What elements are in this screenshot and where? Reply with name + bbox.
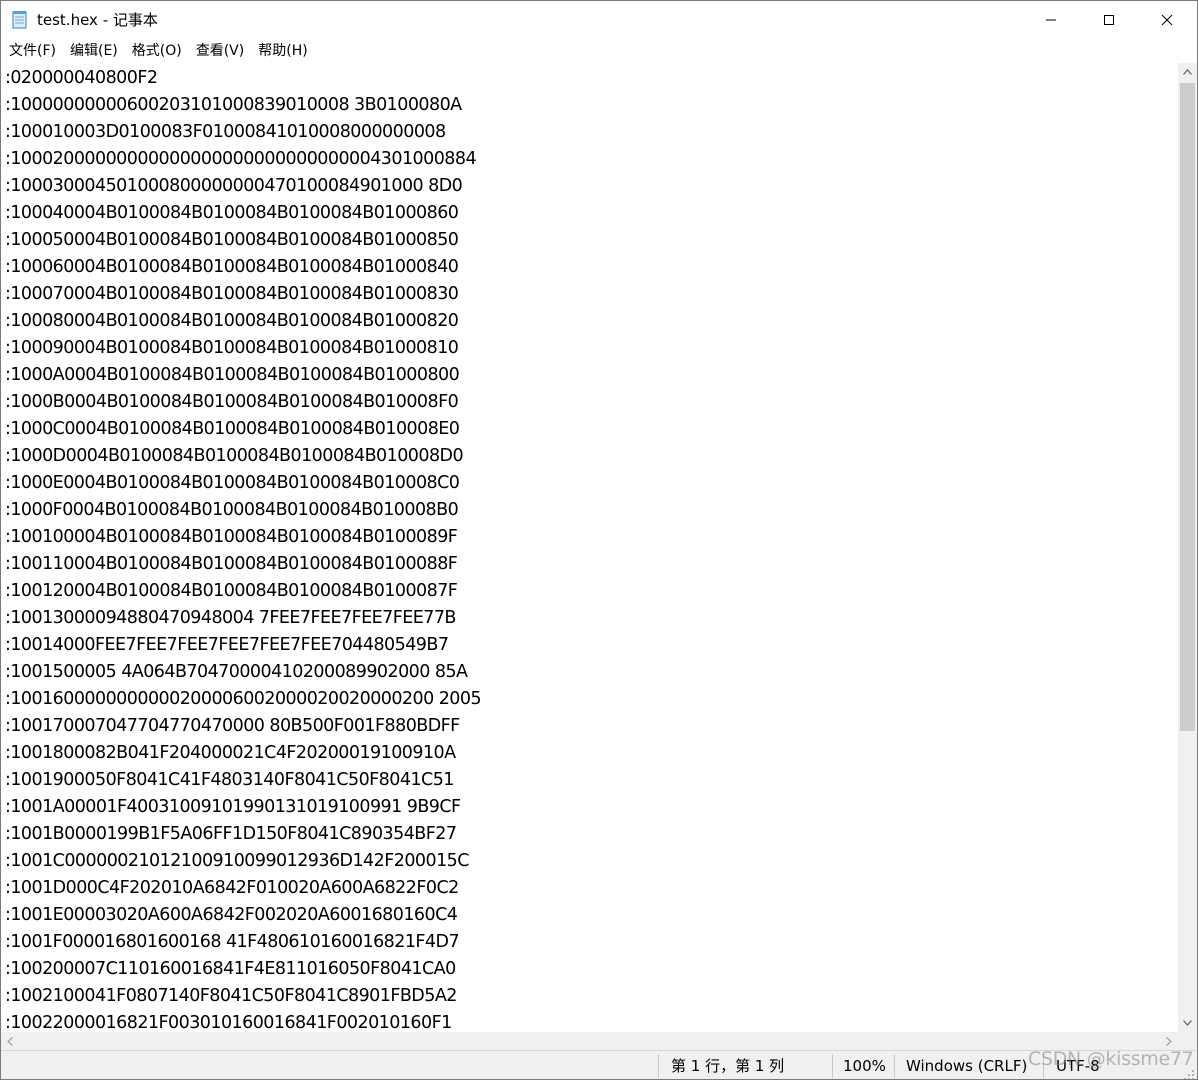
text-line: :1000C0004B0100084B0100084B0100084B01000… — [5, 419, 460, 439]
text-line: :1001500005 4A064B7047000041020008990200… — [5, 662, 468, 682]
text-line: :100020000000000000000000000000000043010… — [5, 149, 477, 169]
text-line: :100070004B0100084B0100084B0100084B01000… — [5, 284, 459, 304]
watermark: CSDN @kissme77 — [1028, 1048, 1194, 1070]
notepad-app-icon — [12, 10, 28, 29]
title-bar[interactable]: test.hex - 记事本 — [1, 1, 1197, 39]
text-line: :1000F0004B0100084B0100084B0100084B01000… — [5, 500, 459, 520]
text-editor[interactable]: :020000040800F2 :100000000006002031010008… — [1, 63, 1178, 1032]
vertical-scroll-thumb[interactable] — [1180, 83, 1195, 731]
text-line: :100100004B0100084B0100084B0100084B01000… — [5, 527, 458, 547]
text-line: :10013000094880470948004 7FEE7FEE7FEE7FE… — [5, 608, 456, 628]
text-line: :100040004B0100084B0100084B0100084B01000… — [5, 203, 459, 223]
chevron-up-icon — [1183, 69, 1192, 75]
menu-file[interactable]: 文件(F) — [1, 39, 63, 63]
maximize-button[interactable] — [1080, 1, 1138, 39]
text-line: :1001F000016801600168 41F480610160016821… — [5, 932, 460, 952]
text-line: :100060004B0100084B0100084B0100084B01000… — [5, 257, 459, 277]
text-line: :10014000FEE7FEE7FEE7FEE7FEE7FEE70448054… — [5, 635, 449, 655]
text-line: :1000A0004B0100084B0100084B0100084B01000… — [5, 365, 460, 385]
close-icon — [1161, 14, 1173, 26]
chevron-left-icon — [7, 1036, 13, 1046]
minimize-icon — [1046, 19, 1056, 21]
scroll-down-button[interactable] — [1178, 1014, 1197, 1032]
horizontal-scrollbar[interactable] — [1, 1032, 1178, 1050]
minimize-button[interactable] — [1022, 1, 1080, 39]
cursor-position: 第 1 行，第 1 列 — [671, 1057, 785, 1075]
status-separator — [832, 1054, 833, 1078]
text-line: :100080004B0100084B0100084B0100084B01000… — [5, 311, 459, 331]
text-line: :100050004B0100084B0100084B0100084B01000… — [5, 230, 459, 250]
zoom-level: 100% — [843, 1057, 886, 1075]
vertical-scrollbar[interactable] — [1178, 63, 1197, 1032]
status-separator — [894, 1054, 895, 1078]
text-line: :1000E0004B0100084B0100084B0100084B01000… — [5, 473, 460, 493]
text-line: :020000040800F2 — [5, 68, 158, 88]
notepad-window: test.hex - 记事本 文件(F) 编辑(E) 格式(O) 查看(V) 帮… — [0, 0, 1198, 1080]
text-line: :100170007047704770470000 80B500F001F880… — [5, 716, 460, 736]
text-line: :1001C00000021012100910099012936D142F200… — [5, 851, 469, 871]
text-line: :1000B0004B0100084B0100084B0100084B01000… — [5, 392, 459, 412]
close-button[interactable] — [1138, 1, 1196, 39]
window-title: test.hex - 记事本 — [37, 11, 158, 29]
text-line: :10022000016821F003010160016841F00201016… — [5, 1013, 452, 1032]
text-line: :1001D000C4F202010A6842F010020A600A6822F… — [5, 878, 459, 898]
text-line: :100010003D0100083F010008410100080000000… — [5, 122, 446, 142]
menu-view[interactable]: 查看(V) — [189, 39, 252, 63]
chevron-down-icon — [1183, 1020, 1192, 1026]
text-line: :1001900050F8041C41F4803140F8041C50F8041… — [5, 770, 454, 790]
text-line: :1001A00001F40031009101990131019100991 9… — [5, 797, 461, 817]
menu-help[interactable]: 帮助(H) — [251, 39, 314, 63]
text-line: :1001800082B041F204000021C4F202000191009… — [5, 743, 456, 763]
menu-bar: 文件(F) 编辑(E) 格式(O) 查看(V) 帮助(H) — [1, 39, 1197, 63]
text-line: :1001E00003020A600A6842F002020A600168016… — [5, 905, 458, 925]
text-lines: :020000040800F2 :100000000006002031010008… — [5, 65, 482, 1032]
status-bar: 第 1 行，第 1 列 100% Windows (CRLF) UTF-8 — [1, 1050, 1197, 1079]
text-line: :1002100041F0807140F8041C50F8041C8901FBD… — [5, 986, 457, 1006]
text-line: :100120004B0100084B0100084B0100084B01000… — [5, 581, 458, 601]
chevron-right-icon — [1166, 1036, 1172, 1046]
text-line: :100160000000000020000600200002002000020… — [5, 689, 482, 709]
text-line: :10000000000600203101000839010008 3B0100… — [5, 95, 462, 115]
line-ending: Windows (CRLF) — [906, 1057, 1028, 1075]
text-line: :1000D0004B0100084B0100084B0100084B01000… — [5, 446, 464, 466]
text-line: :100030004501000800000000470100084901000… — [5, 176, 463, 196]
text-line: :100200007C110160016841F4E811016050F8041… — [5, 959, 456, 979]
text-line: :100090004B0100084B0100084B0100084B01000… — [5, 338, 459, 358]
text-line: :100110004B0100084B0100084B0100084B01000… — [5, 554, 458, 574]
maximize-icon — [1104, 15, 1114, 25]
scroll-up-button[interactable] — [1178, 63, 1197, 81]
status-separator — [658, 1054, 659, 1078]
text-line: :1001B0000199B1F5A06FF1D150F8041C890354B… — [5, 824, 457, 844]
menu-edit[interactable]: 编辑(E) — [63, 39, 125, 63]
scroll-left-button[interactable] — [1, 1032, 19, 1050]
menu-format[interactable]: 格式(O) — [125, 39, 189, 63]
